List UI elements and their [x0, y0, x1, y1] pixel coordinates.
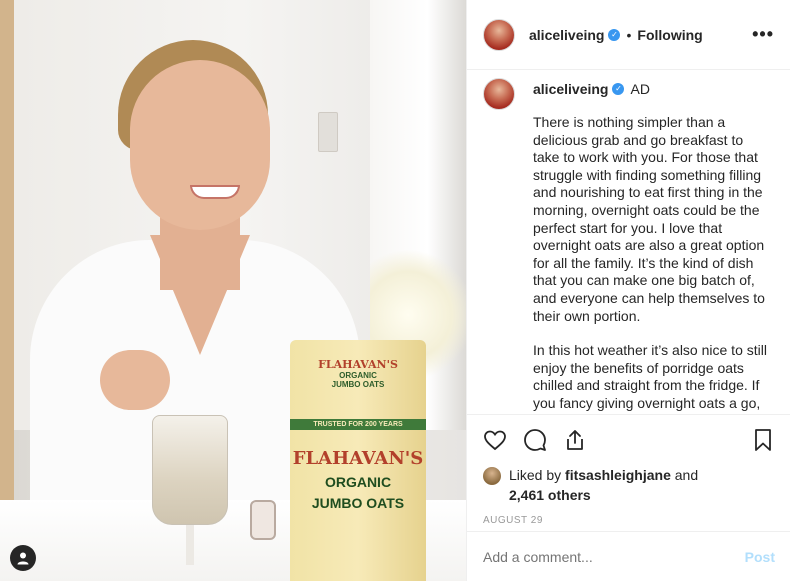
- action-icons: [483, 425, 775, 455]
- heart-icon[interactable]: [483, 428, 507, 452]
- photo-light-switch: [318, 112, 338, 152]
- header-username[interactable]: aliceliveing: [529, 27, 604, 43]
- post-header: aliceliveing ✓ • Following •••: [467, 0, 790, 70]
- bag-small-line1: ORGANIC: [339, 371, 377, 380]
- photo-oats-bag: FLAHAVAN'S ORGANIC JUMBO OATS TRUSTED FO…: [290, 340, 426, 581]
- bag-brand-top: FLAHAVAN'S: [318, 358, 398, 371]
- bag-brand-big: FLAHAVAN'S: [292, 448, 424, 469]
- comment-icon[interactable]: [523, 428, 547, 452]
- tagged-user-button[interactable]: [10, 545, 36, 571]
- comment-input[interactable]: [483, 548, 745, 565]
- separator-dot: •: [626, 26, 632, 43]
- user-icon: [17, 552, 29, 565]
- likes-text: Liked by fitsashleighjane and 2,461 othe…: [509, 465, 698, 505]
- liked-by-and: and: [674, 467, 699, 483]
- photo-door-frame: [0, 0, 14, 581]
- likes-count[interactable]: 2,461 others: [509, 487, 591, 503]
- photo-hand: [100, 350, 170, 410]
- more-icon[interactable]: •••: [752, 24, 774, 45]
- post-actions: Liked by fitsashleighjane and 2,461 othe…: [467, 414, 790, 526]
- post-button[interactable]: Post: [745, 549, 775, 565]
- caption-header: aliceliveing ✓ AD: [533, 78, 773, 100]
- caption-body: aliceliveing ✓ AD There is nothing simpl…: [533, 78, 773, 413]
- bookmark-icon[interactable]: [751, 428, 775, 452]
- photo-oats-glass: [152, 415, 228, 525]
- photo-watch: [250, 500, 276, 540]
- ad-label: AD: [630, 81, 650, 97]
- comment-bar: Post: [467, 531, 790, 581]
- verified-icon: ✓: [612, 83, 625, 95]
- post-date[interactable]: AUGUST 29: [483, 515, 775, 526]
- caption-avatar[interactable]: [483, 78, 515, 110]
- avatar[interactable]: [483, 18, 515, 51]
- bag-product-line1: ORGANIC: [324, 474, 392, 490]
- bag-small-line2: JUMBO OATS: [331, 380, 385, 389]
- bag-band: TRUSTED FOR 200 YEARS: [290, 419, 426, 430]
- caption: aliceliveing ✓ AD There is nothing simpl…: [483, 70, 774, 413]
- post-panel: aliceliveing ✓ • Following ••• alicelive…: [466, 0, 790, 581]
- liked-by-user[interactable]: fitsashleighjane: [565, 467, 671, 483]
- verified-icon: ✓: [608, 28, 621, 41]
- caption-paragraph: There is nothing simpler than a deliciou…: [533, 114, 765, 324]
- caption-paragraph: In this hot weather it’s also nice to st…: [533, 342, 767, 411]
- post-photo[interactable]: FLAHAVAN'S ORGANIC JUMBO OATS TRUSTED FO…: [0, 0, 466, 581]
- comments-area[interactable]: aliceliveing ✓ AD There is nothing simpl…: [467, 70, 790, 414]
- likes-row: Liked by fitsashleighjane and 2,461 othe…: [483, 465, 775, 505]
- following-button[interactable]: Following: [637, 27, 702, 43]
- photo-smile: [190, 185, 240, 199]
- liked-by-prefix: Liked by: [509, 467, 562, 483]
- caption-username[interactable]: aliceliveing: [533, 81, 608, 97]
- photo-glass-stem: [186, 525, 194, 565]
- share-icon[interactable]: [563, 428, 587, 452]
- liker-avatar[interactable]: [483, 467, 501, 485]
- photo-face: [130, 60, 270, 230]
- bag-product-line2: JUMBO OATS: [311, 495, 405, 511]
